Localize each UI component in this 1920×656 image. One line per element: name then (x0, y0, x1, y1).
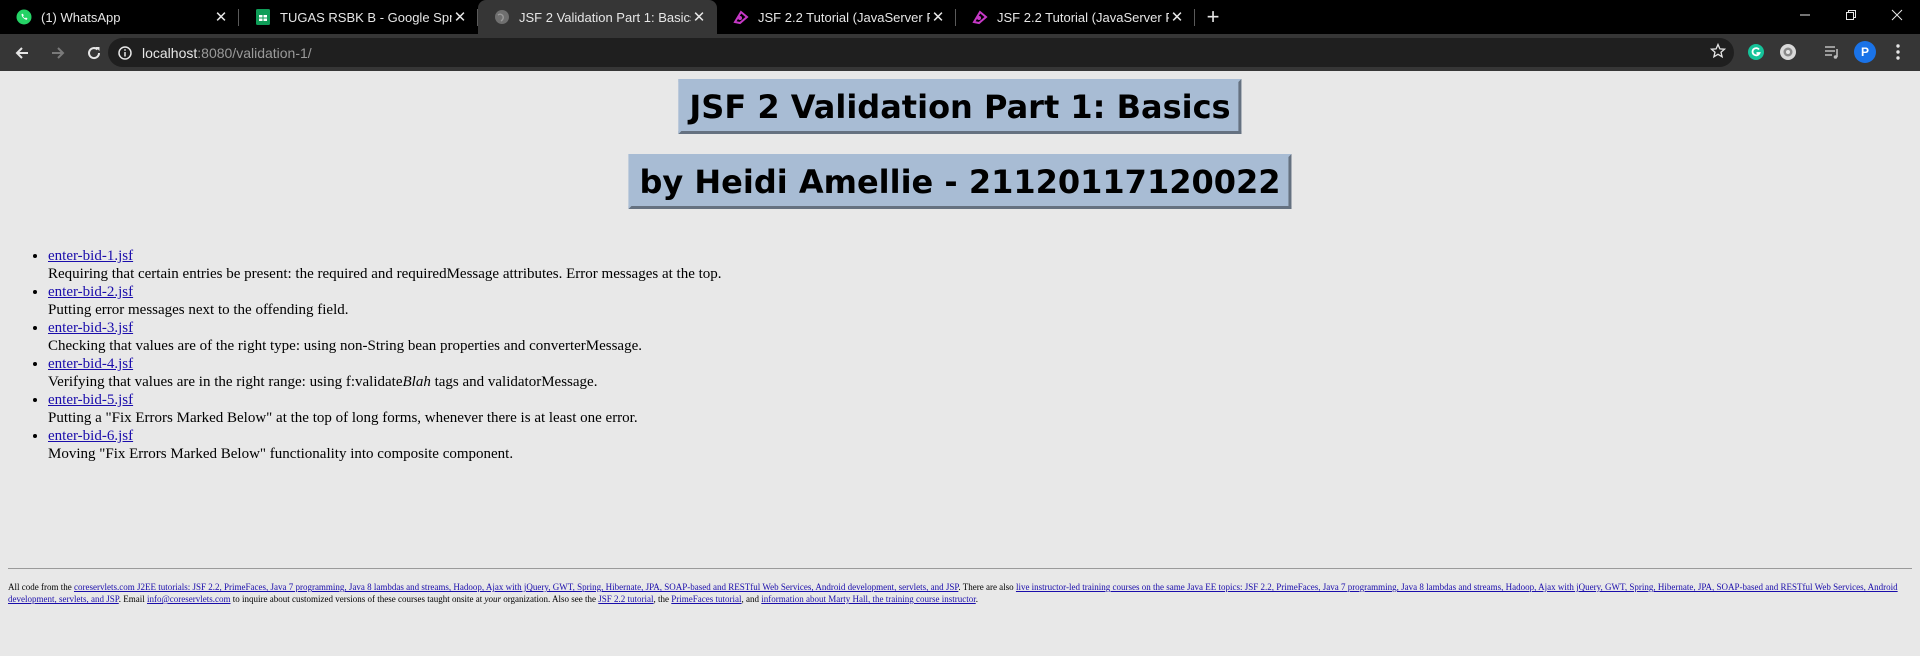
tab-strip: (1) WhatsApp ✕ TUGAS RSBK B - Google Spr… (0, 0, 1920, 34)
tab-separator (1194, 9, 1195, 26)
examples-list: enter-bid-1.jsf Requiring that certain e… (0, 247, 722, 463)
example-link[interactable]: enter-bid-6.jsf (48, 428, 133, 444)
list-item: enter-bid-3.jsf Checking that values are… (48, 319, 722, 355)
footer-text: All code from the (8, 582, 74, 592)
bookmark-star-icon[interactable] (1709, 42, 1727, 62)
close-icon[interactable]: ✕ (930, 9, 946, 26)
new-tab-button[interactable]: + (1195, 0, 1231, 34)
minimize-button[interactable] (1782, 0, 1828, 30)
plus-icon: + (1206, 4, 1220, 29)
extension-icon[interactable] (1778, 42, 1798, 62)
tab-whatsapp[interactable]: (1) WhatsApp ✕ (0, 0, 239, 34)
address-bar[interactable]: localhost:8080/validation-1/ (108, 38, 1734, 67)
example-link[interactable]: enter-bid-4.jsf (48, 356, 133, 372)
window-controls (1782, 0, 1920, 30)
example-description: Checking that values are of the right ty… (48, 338, 642, 354)
tab-title: JSF 2.2 Tutorial (JavaServer Faces (758, 9, 930, 25)
footer-link-instructor[interactable]: information about Marty Hall, the traini… (761, 594, 975, 604)
example-description: Verifying that values are in the right r… (48, 374, 597, 390)
url-host: localhost (142, 44, 198, 61)
example-link[interactable]: enter-bid-1.jsf (48, 248, 133, 264)
tab-google-sheets[interactable]: TUGAS RSBK B - Google Spreadsh ✕ (239, 0, 478, 34)
url-path: :8080/validation-1/ (197, 44, 312, 61)
footer-link-email[interactable]: info@coreservlets.com (147, 594, 231, 604)
tab-jsf-tutorial[interactable]: JSF 2.2 Tutorial (JavaServer Faces ✕ (717, 0, 956, 34)
media-control-icon[interactable] (1822, 42, 1842, 62)
example-link[interactable]: enter-bid-5.jsf (48, 392, 133, 408)
tab-jsf-validation[interactable]: JSF 2 Validation Part 1: Basics ✕ (478, 0, 717, 34)
page-subtitle: by Heidi Amellie - 21120117120022 (628, 154, 1292, 209)
footer-text: . There are also (958, 582, 1016, 592)
footer-link-primefaces-tutorial[interactable]: PrimeFaces tutorial (671, 594, 741, 604)
close-icon[interactable]: ✕ (213, 9, 229, 26)
footer-text: , the (653, 594, 672, 604)
example-description: Putting a "Fix Errors Marked Below" at t… (48, 410, 638, 426)
reload-button[interactable] (80, 39, 108, 67)
grammarly-icon[interactable] (1746, 42, 1766, 62)
example-description: Putting error messages next to the offen… (48, 302, 349, 318)
footer-text: . Email (118, 594, 147, 604)
footer-text: to inquire about customized versions of … (230, 594, 485, 604)
page-title: JSF 2 Validation Part 1: Basics (678, 79, 1242, 134)
tab-title: JSF 2.2 Tutorial (JavaServer Faces (997, 9, 1169, 25)
tab-title: TUGAS RSBK B - Google Spreadsh (280, 9, 452, 25)
globe-icon (494, 9, 510, 25)
example-description: Requiring that certain entries be presen… (48, 266, 722, 282)
footer-text: . (975, 594, 978, 604)
list-item: enter-bid-2.jsf Putting error messages n… (48, 283, 722, 319)
menu-kebab-icon[interactable] (1888, 42, 1908, 62)
whatsapp-icon (16, 9, 32, 25)
tab-title: (1) WhatsApp (41, 9, 121, 25)
reload-icon (88, 46, 101, 59)
close-icon[interactable]: ✕ (452, 9, 468, 26)
restore-button[interactable] (1828, 0, 1874, 30)
example-description: Moving "Fix Errors Marked Below" functio… (48, 446, 514, 462)
example-link[interactable]: enter-bid-3.jsf (48, 320, 133, 336)
close-icon[interactable]: ✕ (1169, 9, 1185, 26)
profile-avatar[interactable]: P (1854, 41, 1876, 63)
footer-emphasis: your (484, 594, 501, 604)
arrow-right-icon (52, 46, 65, 59)
description-text: tags and validatorMessage. (430, 374, 598, 390)
tab-jsf-tutorial-2[interactable]: JSF 2.2 Tutorial (JavaServer Faces ✕ (956, 0, 1195, 34)
google-sheets-icon (255, 9, 271, 25)
primefaces-icon (972, 9, 988, 25)
list-item: enter-bid-6.jsf Moving "Fix Errors Marke… (48, 427, 722, 463)
footer-link-jsf-tutorial[interactable]: JSF 2.2 tutorial (598, 594, 653, 604)
list-item: enter-bid-1.jsf Requiring that certain e… (48, 247, 722, 283)
back-button[interactable] (8, 39, 36, 67)
footer-text: organization. Also see the (500, 594, 599, 604)
example-link[interactable]: enter-bid-2.jsf (48, 284, 133, 300)
page-footer: All code from the coreservlets.com J2EE … (8, 568, 1912, 605)
info-icon[interactable] (118, 45, 132, 60)
description-emphasis: Blah (402, 374, 431, 390)
footer-link-tutorials[interactable]: coreservlets.com J2EE tutorials: JSF 2.2… (74, 582, 958, 592)
footer-text: , and (741, 594, 762, 604)
list-item: enter-bid-4.jsf Verifying that values ar… (48, 355, 722, 391)
description-text: Verifying that values are in the right r… (48, 374, 403, 390)
list-item: enter-bid-5.jsf Putting a "Fix Errors Ma… (48, 391, 722, 427)
page-content: JSF 2 Validation Part 1: Basics by Heidi… (0, 71, 1920, 656)
browser-toolbar: localhost:8080/validation-1/ P (0, 34, 1920, 71)
close-icon[interactable]: ✕ (691, 9, 707, 26)
tab-title: JSF 2 Validation Part 1: Basics (519, 9, 691, 25)
primefaces-icon (733, 9, 749, 25)
close-window-button[interactable] (1874, 0, 1920, 30)
forward-button[interactable] (44, 39, 72, 67)
arrow-left-icon (15, 46, 28, 59)
